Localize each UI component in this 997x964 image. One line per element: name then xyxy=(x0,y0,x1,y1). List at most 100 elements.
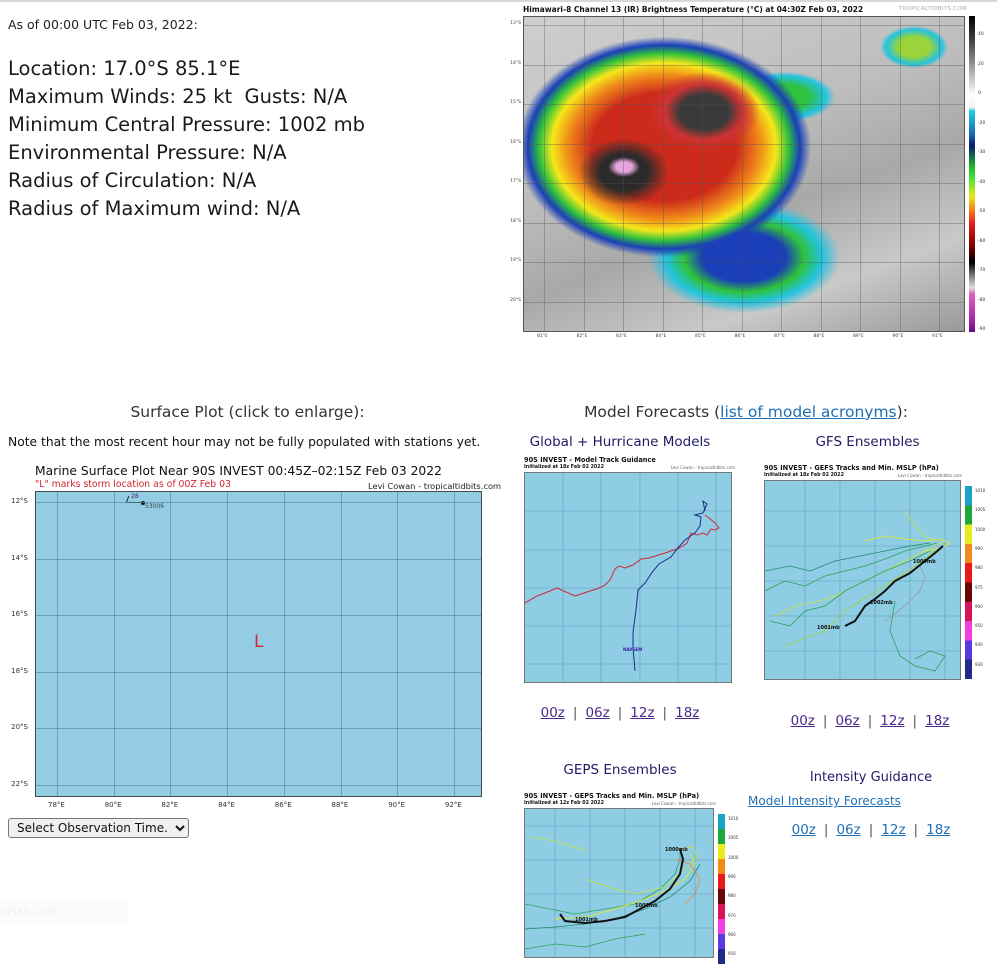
surface-gridline xyxy=(36,728,481,729)
global-track-credit: Levi Cowan - tropicaltidbits.com xyxy=(670,465,735,470)
surface-gridline xyxy=(36,502,481,503)
geps-colorbar-label: 980 xyxy=(728,893,736,899)
geps-ensemble-tracks xyxy=(525,836,701,950)
track-line-blue xyxy=(632,499,708,672)
stat-location: Location: 17.0°S 85.1°E xyxy=(8,57,241,80)
satellite-gridline xyxy=(820,17,822,331)
geps-colorbar-label: 970 xyxy=(728,912,736,918)
satellite-lat-label: 20°S xyxy=(510,297,521,303)
surface-gridline xyxy=(453,492,455,796)
storm-stats: Location: 17.0°S 85.1°E Maximum Winds: 2… xyxy=(8,55,365,223)
model-acronyms-link[interactable]: list of model acronyms xyxy=(720,403,896,421)
separator: | xyxy=(662,705,668,721)
satellite-ir-image[interactable]: Himawari-8 Channel 13 (IR) Brightness Te… xyxy=(509,3,987,343)
model-intensity-forecasts-link[interactable]: Model Intensity Forecasts xyxy=(748,794,901,808)
gfs-colorbar-label: 1010 xyxy=(975,488,986,493)
surface-gridline xyxy=(36,558,481,560)
surface-plot-map[interactable]: 28 53006 L xyxy=(35,491,482,797)
satellite-title: Himawari-8 Channel 13 (IR) Brightness Te… xyxy=(523,5,864,14)
surface-lat-label: 12°S xyxy=(11,497,28,505)
surface-lon-label: 92°E xyxy=(444,801,462,809)
gfs-colorbar-label: 940 xyxy=(975,642,983,648)
surface-plot-heading: Surface Plot (click to enlarge): xyxy=(130,403,365,421)
satellite-colorbar-label: -60 xyxy=(978,238,986,244)
satellite-gridline xyxy=(702,17,703,331)
surface-gridline xyxy=(170,492,172,796)
gfs-ensembles-image[interactable]: 90S INVEST - GEFS Tracks and Min. MSLP (… xyxy=(762,464,990,686)
gfs-colorbar-label: 975 xyxy=(975,584,983,590)
svg-text:1000mb: 1000mb xyxy=(665,847,688,853)
surface-plot-credit: Levi Cowan - tropicaltidbits.com xyxy=(368,481,502,491)
satellite-colorbar-label: 0 xyxy=(978,91,981,96)
global-run-00z[interactable]: 00z xyxy=(541,705,565,721)
satellite-colorbar-label: -50 xyxy=(978,209,986,214)
gfs-run-00z[interactable]: 00z xyxy=(791,713,815,729)
separator: | xyxy=(823,822,829,838)
gfs-colorbar-label: 1000 xyxy=(975,526,986,532)
model-forecasts-heading-suffix: ): xyxy=(896,403,908,421)
intensity-guidance-heading: Intensity Guidance xyxy=(809,770,933,785)
satellite-lon-label: 86°E xyxy=(734,334,746,339)
surface-gridline xyxy=(36,615,481,616)
svg-text:1000mb: 1000mb xyxy=(635,903,658,909)
surface-lon-label: 80°E xyxy=(104,801,122,809)
intensity-run-links: 00z | 06z | 12z | 18z xyxy=(745,822,997,838)
global-track-svg: NAVGEM xyxy=(525,473,731,682)
surface-plot-note: Note that the most recent hour may not b… xyxy=(8,435,481,449)
track-label: NAVGEM xyxy=(623,647,642,652)
intensity-run-06z[interactable]: 06z xyxy=(836,822,860,838)
surface-gridline xyxy=(36,671,481,673)
global-run-18z[interactable]: 18z xyxy=(675,705,699,721)
as-of-timestamp: As of 00:00 UTC Feb 03, 2022: xyxy=(8,17,198,32)
gfs-colorbar-label: 960 xyxy=(975,603,983,609)
surface-gridline xyxy=(340,492,342,796)
satellite-credit: TROPICALTIDBITS.COM xyxy=(898,6,967,12)
satellite-lon-label: 84°E xyxy=(655,334,667,339)
gfs-colorbar-label: 990 xyxy=(975,545,983,551)
stat-radius-max-wind: Radius of Maximum wind: N/A xyxy=(8,197,301,220)
satellite-lat-label: 13°S xyxy=(510,21,521,26)
global-run-06z[interactable]: 06z xyxy=(585,705,609,721)
global-run-12z[interactable]: 12z xyxy=(630,705,654,721)
stat-min-pressure: Minimum Central Pressure: 1002 mb xyxy=(8,113,365,136)
satellite-colorbar-label: 20 xyxy=(978,61,984,67)
surface-lat-label: 16°S xyxy=(11,610,28,618)
observation-time-select[interactable]: Select Observation Time... xyxy=(8,818,189,838)
gfs-ensemble-tracks xyxy=(765,510,951,672)
gfs-run-18z[interactable]: 18z xyxy=(925,713,949,729)
surface-plot-title: Marine Surface Plot Near 90S INVEST 00:4… xyxy=(35,464,442,478)
station-id: 53006 xyxy=(145,503,165,510)
satellite-gridline xyxy=(781,17,782,331)
intensity-run-12z[interactable]: 12z xyxy=(881,822,905,838)
surface-lat-label: 20°S xyxy=(11,723,28,731)
gfs-colorbar-label: 950 xyxy=(975,623,983,629)
model-forecasts-heading: Model Forecasts (list of model acronyms)… xyxy=(495,403,997,421)
satellite-colorbar-label: -20 xyxy=(978,120,986,126)
satellite-lon-label: 90°E xyxy=(892,334,904,339)
geps-svg: 1001mb 1000mb 1000mb xyxy=(525,809,713,957)
satellite-gridline xyxy=(939,17,940,331)
global-model-track-image[interactable]: 90S INVEST - Model Track Guidance Initia… xyxy=(522,456,737,686)
global-models-heading: Global + Hurricane Models xyxy=(529,434,711,450)
surface-gridline xyxy=(397,492,399,796)
geps-ensembles-image[interactable]: 90S INVEST - GEPS Tracks and Min. MSLP (… xyxy=(522,792,744,964)
intensity-run-00z[interactable]: 00z xyxy=(792,822,816,838)
gfs-run-12z[interactable]: 12z xyxy=(880,713,904,729)
surface-lat-label: 14°S xyxy=(11,553,28,562)
gfs-run-06z[interactable]: 06z xyxy=(835,713,859,729)
gfs-run-links: 00z | 06z | 12z | 18z xyxy=(745,713,995,729)
separator: | xyxy=(868,822,874,838)
satellite-gridline xyxy=(662,17,664,331)
surface-gridline xyxy=(36,784,481,786)
top-divider xyxy=(0,0,997,2)
surface-lon-label: 82°E xyxy=(161,801,179,809)
satellite-colorbar-label: -40 xyxy=(978,179,986,185)
geps-colorbar-label: 1000 xyxy=(728,854,739,860)
separator: | xyxy=(912,713,918,729)
gfs-init: Initialized at 18z Feb 02 2022 xyxy=(764,473,844,478)
station-value: 28 xyxy=(131,493,139,500)
satellite-gridline xyxy=(899,17,901,331)
intensity-run-18z[interactable]: 18z xyxy=(926,822,950,838)
satellite-gridline xyxy=(544,17,545,331)
geps-ensembles-heading: GEPS Ensembles xyxy=(563,762,677,778)
